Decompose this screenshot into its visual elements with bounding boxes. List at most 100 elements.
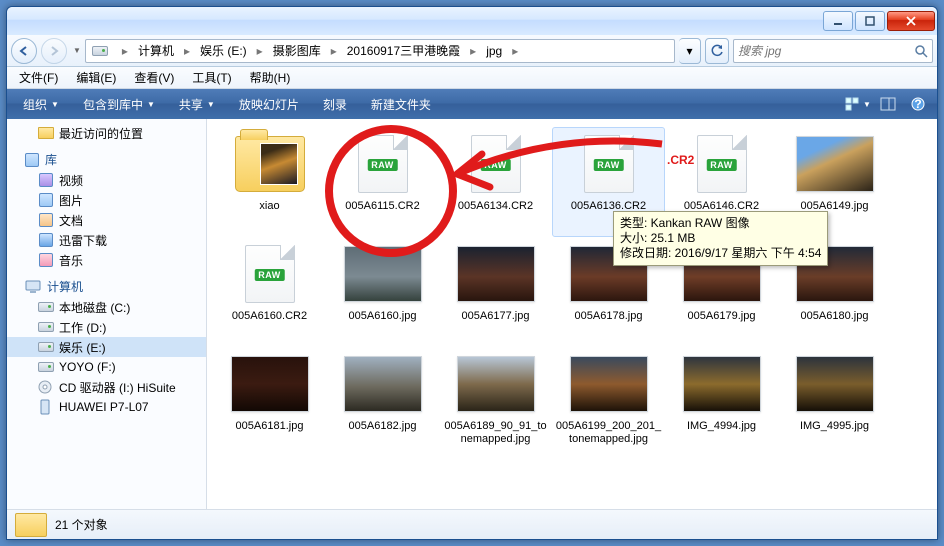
breadcrumb-seg[interactable]: jpg [480, 40, 508, 62]
status-folder-icon [15, 513, 47, 537]
drive-icon [38, 302, 54, 312]
documents-icon [39, 213, 53, 227]
breadcrumb-seg[interactable]: 计算机 [132, 40, 180, 62]
search-input[interactable] [734, 44, 910, 58]
chevron-right-icon[interactable]: ▸ [508, 44, 522, 58]
refresh-button[interactable] [705, 38, 729, 64]
tree-recent[interactable]: 最近访问的位置 [7, 123, 206, 143]
menu-help[interactable]: 帮助(H) [242, 67, 299, 88]
breadcrumb-seg[interactable]: 摄影图库 [267, 40, 327, 62]
image-thumb [683, 352, 761, 416]
file-item[interactable]: 005A6189_90_91_tonemapped.jpg [439, 347, 552, 457]
minimize-button[interactable] [823, 11, 853, 31]
file-item[interactable]: xiao [213, 127, 326, 237]
file-item[interactable]: 005A6199_200_201_tonemapped.jpg [552, 347, 665, 457]
tree-pictures[interactable]: 图片 [7, 190, 206, 210]
back-button[interactable] [11, 38, 37, 64]
file-item[interactable]: IMG_4995.jpg [778, 347, 891, 457]
file-item[interactable]: 005A6177.jpg [439, 237, 552, 347]
file-item[interactable]: RAW 005A6115.CR2 [326, 127, 439, 237]
tooltip-size: 大小: 25.1 MB [620, 231, 821, 246]
file-name: 005A6160.jpg [349, 310, 417, 323]
file-item[interactable]: RAW005A6134.CR2 [439, 127, 552, 237]
chevron-right-icon[interactable]: ▸ [466, 44, 480, 58]
help-button[interactable]: ? [905, 93, 931, 115]
file-name: 005A6199_200_201_tonemapped.jpg [555, 420, 662, 446]
chevron-right-icon[interactable]: ▸ [180, 44, 194, 58]
tree-documents[interactable]: 文档 [7, 210, 206, 230]
menu-view[interactable]: 查看(V) [126, 67, 182, 88]
status-text: 21 个对象 [55, 516, 108, 533]
tree-video[interactable]: 视频 [7, 170, 206, 190]
breadcrumb[interactable]: ▸ 计算机 ▸ 娱乐 (E:) ▸ 摄影图库 ▸ 20160917三甲港晚霞 ▸… [85, 39, 675, 63]
raw-file-icon: RAW [570, 132, 648, 196]
menu-file[interactable]: 文件(F) [11, 67, 66, 88]
chevron-right-icon[interactable]: ▸ [118, 44, 132, 58]
tree-drive-e[interactable]: 娱乐 (E:) [7, 337, 206, 357]
menu-edit[interactable]: 编辑(E) [68, 67, 124, 88]
tree-drive-f[interactable]: YOYO (F:) [7, 357, 206, 377]
breadcrumb-seg[interactable]: 娱乐 (E:) [194, 40, 253, 62]
body: 最近访问的位置 库 视频 图片 文档 迅雷下载 音乐 计算机 本地磁盘 (C:)… [7, 119, 937, 509]
file-item[interactable]: 005A6182.jpg [326, 347, 439, 457]
organize-button[interactable]: 组织▼ [13, 92, 69, 117]
file-name: 005A6115.CR2 [345, 200, 419, 213]
computer-icon [25, 280, 41, 294]
raw-file-icon: RAW [457, 132, 535, 196]
tree-thunder[interactable]: 迅雷下载 [7, 230, 206, 250]
breadcrumb-seg[interactable]: 20160917三甲港晚霞 [341, 40, 466, 62]
raw-file-icon: RAW [683, 132, 761, 196]
file-name: 005A6180.jpg [801, 310, 869, 323]
file-name: 005A6178.jpg [575, 310, 643, 323]
tree-libraries-header[interactable]: 库 [7, 143, 206, 170]
view-options-button[interactable]: ▼ [845, 93, 871, 115]
tree-computer-header[interactable]: 计算机 [7, 270, 206, 297]
explorer-window: ▼ ▸ 计算机 ▸ 娱乐 (E:) ▸ 摄影图库 ▸ 20160917三甲港晚霞… [6, 6, 938, 540]
file-name: 005A6179.jpg [688, 310, 756, 323]
file-item[interactable]: 005A6160.jpg [326, 237, 439, 347]
burn-button[interactable]: 刻录 [313, 92, 357, 117]
menu-tools[interactable]: 工具(T) [184, 67, 239, 88]
tooltip-date: 修改日期: 2016/9/17 星期六 下午 4:54 [620, 246, 821, 261]
tree-drive-c[interactable]: 本地磁盘 (C:) [7, 297, 206, 317]
tree-music[interactable]: 音乐 [7, 250, 206, 270]
libraries-icon [25, 153, 39, 167]
phone-icon [40, 399, 52, 415]
svg-text:?: ? [914, 97, 921, 111]
file-name: 005A6181.jpg [236, 420, 304, 433]
chevron-right-icon[interactable]: ▸ [327, 44, 341, 58]
maximize-button[interactable] [855, 11, 885, 31]
slideshow-button[interactable]: 放映幻灯片 [229, 92, 309, 117]
search-box[interactable] [733, 39, 933, 63]
preview-pane-button[interactable] [875, 93, 901, 115]
file-item[interactable]: RAW005A6160.CR2 [213, 237, 326, 347]
new-folder-button[interactable]: 新建文件夹 [361, 92, 441, 117]
include-in-library-button[interactable]: 包含到库中▼ [73, 92, 165, 117]
file-pane[interactable]: xiaoRAW005A6115.CR2RAW005A6134.CR2RAW005… [207, 119, 937, 509]
file-name: xiao [259, 200, 279, 213]
breadcrumb-dropdown[interactable]: ▾ [679, 38, 701, 64]
chevron-right-icon[interactable]: ▸ [253, 44, 267, 58]
file-name: IMG_4994.jpg [687, 420, 756, 433]
disc-icon [38, 380, 54, 394]
raw-file-icon: RAW [344, 132, 422, 196]
close-button[interactable] [887, 11, 935, 31]
tree-drive-cd[interactable]: CD 驱动器 (I:) HiSuite [7, 377, 206, 397]
drive-icon [38, 362, 54, 372]
file-name: 005A6189_90_91_tonemapped.jpg [442, 420, 549, 446]
file-name: 005A6182.jpg [349, 420, 417, 433]
tooltip-type: 类型: Kankan RAW 图像 [620, 216, 821, 231]
share-button[interactable]: 共享▼ [169, 92, 225, 117]
video-icon [39, 173, 53, 187]
search-icon[interactable] [910, 44, 932, 58]
tree-drive-d[interactable]: 工作 (D:) [7, 317, 206, 337]
folder-icon [38, 127, 54, 139]
file-item[interactable]: 005A6181.jpg [213, 347, 326, 457]
forward-button[interactable] [41, 38, 67, 64]
history-dropdown-icon[interactable]: ▼ [71, 46, 81, 55]
tree-phone[interactable]: HUAWEI P7-L07 [7, 397, 206, 417]
nav-tree[interactable]: 最近访问的位置 库 视频 图片 文档 迅雷下载 音乐 计算机 本地磁盘 (C:)… [7, 119, 207, 509]
image-thumb [796, 352, 874, 416]
file-item[interactable]: IMG_4994.jpg [665, 347, 778, 457]
image-thumb [796, 132, 874, 196]
